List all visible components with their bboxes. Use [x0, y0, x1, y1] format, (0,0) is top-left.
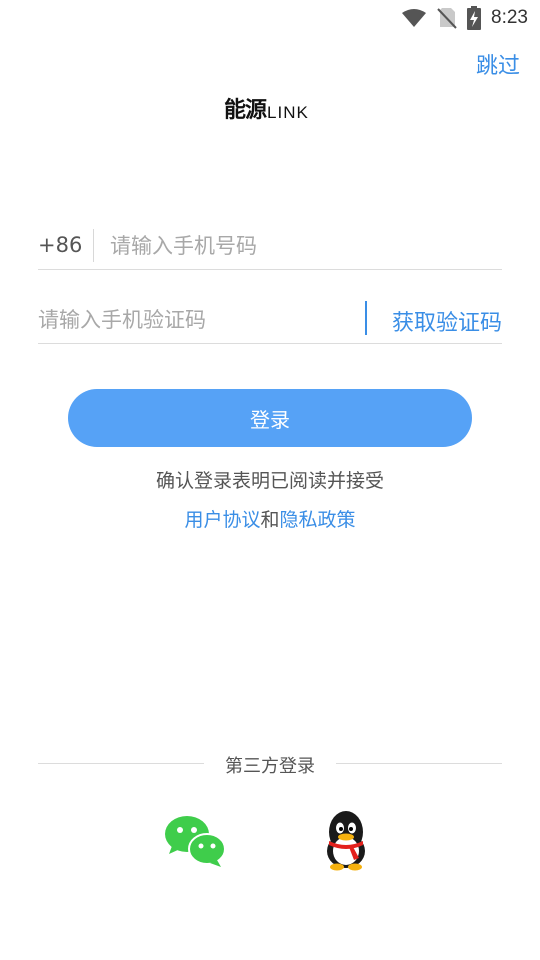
wechat-icon — [165, 816, 226, 867]
skip-button[interactable]: 跳过 — [476, 48, 520, 80]
third-party-label: 第三方登录 — [225, 756, 315, 777]
agreement-text: 确认登录表明已阅读并接受 — [155, 470, 384, 492]
qq-icon — [327, 811, 365, 871]
user-agreement-link[interactable]: 用户协议 — [184, 509, 260, 531]
code-row: 获取验证码 — [38, 296, 502, 344]
agreement-and: 和 — [260, 509, 280, 531]
phone-divider — [93, 229, 94, 262]
qq-login-button[interactable] — [314, 808, 378, 872]
logo-cn-text: 能源 — [224, 98, 267, 123]
privacy-policy-link[interactable]: 隐私政策 — [280, 509, 356, 531]
no-sim-icon — [437, 8, 457, 29]
agreement-links: 用户协议和隐私政策 — [0, 505, 540, 532]
get-code-button[interactable]: 获取验证码 — [392, 305, 502, 337]
status-bar: 8:23 — [0, 0, 540, 36]
phone-row: +86 — [38, 222, 502, 270]
verification-code-input[interactable] — [38, 305, 348, 335]
battery-charging-icon — [467, 6, 482, 30]
country-code-prefix[interactable]: +86 — [38, 233, 82, 257]
phone-input[interactable] — [110, 231, 480, 261]
app-logo: 能源 LINK — [224, 96, 309, 124]
login-button[interactable]: 登录 — [68, 389, 472, 447]
wifi-icon — [402, 9, 427, 27]
status-icons: 8:23 — [401, 6, 528, 30]
status-time: 8:23 — [491, 7, 528, 28]
logo-en-text: LINK — [267, 103, 309, 122]
code-divider — [365, 301, 367, 335]
wechat-login-button[interactable] — [163, 808, 227, 872]
